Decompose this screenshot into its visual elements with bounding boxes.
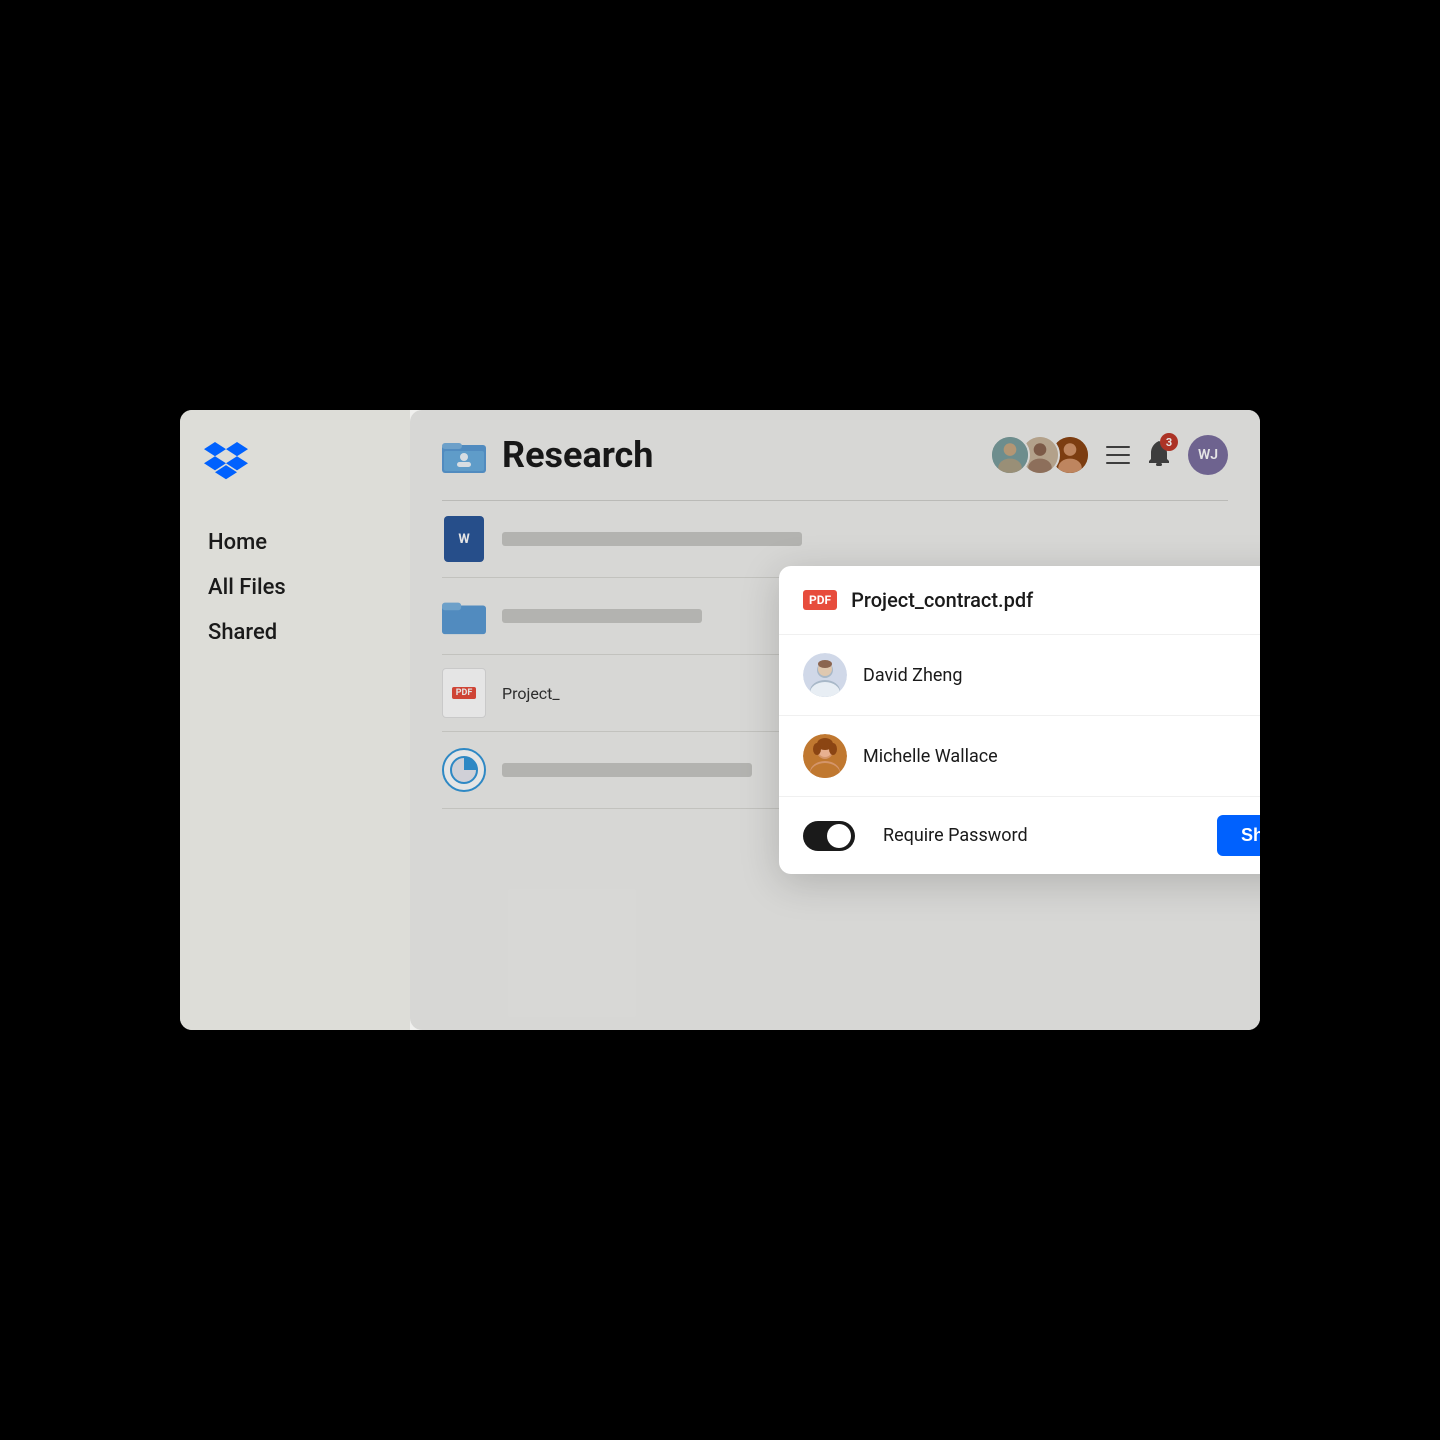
main-content: Research bbox=[410, 410, 1260, 1030]
dialog-filename: Project_contract.pdf bbox=[851, 588, 1260, 612]
dropbox-logo-icon bbox=[204, 442, 248, 480]
password-toggle[interactable] bbox=[803, 821, 855, 851]
michelle-avatar bbox=[803, 734, 847, 778]
david-avatar bbox=[803, 653, 847, 697]
dialog-header: PDF Project_contract.pdf × bbox=[779, 566, 1260, 635]
dialog-footer: Require Password Share bbox=[779, 797, 1260, 874]
app-window: Home All Files Shared Research bbox=[180, 410, 1260, 1030]
sidebar-logo bbox=[204, 442, 386, 484]
david-avatar-img bbox=[803, 653, 847, 697]
dialog-user-row-michelle: Michelle Wallace bbox=[779, 716, 1260, 797]
require-password-label: Require Password bbox=[883, 825, 1201, 846]
sidebar-navigation: Home All Files Shared bbox=[204, 524, 386, 651]
sidebar-item-all-files[interactable]: All Files bbox=[204, 569, 386, 606]
share-dialog: PDF Project_contract.pdf × bbox=[779, 566, 1260, 874]
share-button[interactable]: Share bbox=[1217, 815, 1260, 856]
michelle-avatar-img bbox=[803, 734, 847, 778]
dialog-pdf-badge: PDF bbox=[803, 590, 837, 610]
toggle-knob bbox=[827, 824, 851, 848]
sidebar: Home All Files Shared bbox=[180, 410, 410, 1030]
dialog-user-row-david: David Zheng bbox=[779, 635, 1260, 716]
sidebar-item-home[interactable]: Home bbox=[204, 524, 386, 561]
david-name: David Zheng bbox=[863, 665, 1260, 686]
sidebar-item-shared[interactable]: Shared bbox=[204, 614, 386, 651]
michelle-name: Michelle Wallace bbox=[863, 746, 1260, 767]
